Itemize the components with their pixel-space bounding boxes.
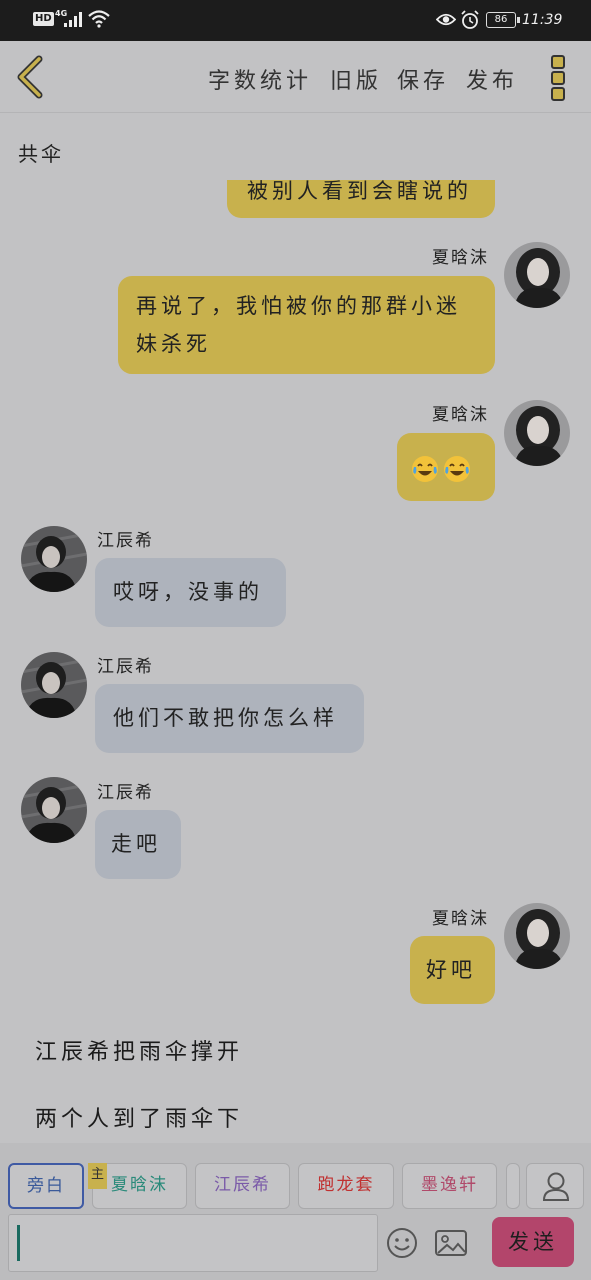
male-avatar-icon: [21, 777, 87, 843]
character-chip-narrator[interactable]: 旁白: [8, 1163, 84, 1209]
chat-bubble[interactable]: [397, 433, 495, 501]
message-line: 再说了，我怕被你的那群小迷: [136, 294, 461, 318]
avatar-jiang[interactable]: [21, 777, 87, 843]
avatar-jiang[interactable]: [21, 652, 87, 718]
status-bar: HD 4G 86 11:39: [0, 0, 591, 41]
chat-bubble[interactable]: 被别人看到会瞎说的: [227, 180, 495, 218]
editor-header: 字数统计 旧版 保存 发布: [0, 41, 591, 113]
male-avatar-icon: [21, 526, 87, 592]
message-line: 妹杀死: [136, 332, 211, 356]
alarm-icon: [461, 10, 479, 29]
image-icon[interactable]: [434, 1226, 468, 1260]
speaker-name: 夏晗沫: [432, 405, 489, 425]
narration-line[interactable]: 江辰希把雨伞撑开: [35, 1034, 243, 1066]
speaker-name: 江辰希: [97, 657, 154, 677]
chat-bubble[interactable]: 走吧: [95, 810, 181, 879]
female-avatar-icon: [504, 400, 570, 466]
hd-indicator: HD: [33, 12, 54, 26]
speaker-name: 江辰希: [97, 531, 154, 551]
publish-link[interactable]: 发布: [466, 63, 518, 95]
avatar-xia[interactable]: [504, 903, 570, 969]
text-caret: [17, 1225, 20, 1261]
face-with-tears-of-joy-icon: [412, 455, 438, 482]
send-button[interactable]: 发送: [492, 1217, 574, 1267]
avatar-jiang[interactable]: [21, 526, 87, 592]
more-vertical-icon[interactable]: [550, 53, 566, 101]
message-text: 他们不敢把你怎么样: [113, 706, 338, 730]
old-version-link[interactable]: 旧版: [330, 63, 382, 95]
character-chip-more[interactable]: [506, 1163, 520, 1209]
avatar-xia[interactable]: [504, 400, 570, 466]
character-chip-jiang[interactable]: 江辰希: [195, 1163, 290, 1209]
female-avatar-icon: [504, 903, 570, 969]
speaker-name: 夏晗沫: [432, 909, 489, 929]
chat-bubble[interactable]: 好吧: [410, 936, 495, 1004]
character-chip-extra[interactable]: 跑龙套: [298, 1163, 394, 1209]
character-chip-mo[interactable]: 墨逸轩: [402, 1163, 497, 1209]
emoji-icon[interactable]: [385, 1226, 419, 1260]
battery-icon: 86: [486, 12, 520, 28]
female-avatar-icon: [504, 242, 570, 308]
word-count-link[interactable]: 字数统计: [208, 63, 312, 95]
male-avatar-icon: [21, 652, 87, 718]
user-icon: [542, 1172, 570, 1201]
main-character-badge: 主: [88, 1163, 107, 1189]
signal-icon: [64, 11, 84, 27]
avatar-xia[interactable]: [504, 242, 570, 308]
message-input[interactable]: [8, 1214, 378, 1272]
chat-area[interactable]: 被别人看到会瞎说的 夏晗沫 再说了，我怕被你的那群小迷 妹杀死 夏晗沫 江辰希 …: [0, 180, 591, 1143]
speaker-name: 江辰希: [97, 783, 154, 803]
chevron-left-icon[interactable]: [12, 55, 48, 99]
chat-bubble[interactable]: 他们不敢把你怎么样: [95, 684, 364, 753]
eye-comfort-icon: [436, 13, 456, 26]
story-title: 共伞: [18, 142, 64, 166]
chat-bubble[interactable]: 再说了，我怕被你的那群小迷 妹杀死: [118, 276, 495, 374]
speaker-name: 夏晗沫: [432, 248, 489, 268]
message-text: 被别人看到会瞎说的: [247, 180, 472, 203]
narration-line[interactable]: 两个人到了雨伞下: [35, 1101, 243, 1133]
message-text: 走吧: [111, 832, 161, 856]
message-text: 好吧: [426, 958, 476, 982]
face-with-tears-of-joy-icon: [444, 455, 470, 482]
save-link[interactable]: 保存: [397, 63, 449, 95]
chat-bubble[interactable]: 哎呀，没事的: [95, 558, 286, 627]
message-text: 哎呀，没事的: [113, 580, 263, 604]
clock: 11:39: [522, 12, 563, 28]
add-character-button[interactable]: [526, 1163, 584, 1209]
wifi-icon: [88, 10, 110, 28]
